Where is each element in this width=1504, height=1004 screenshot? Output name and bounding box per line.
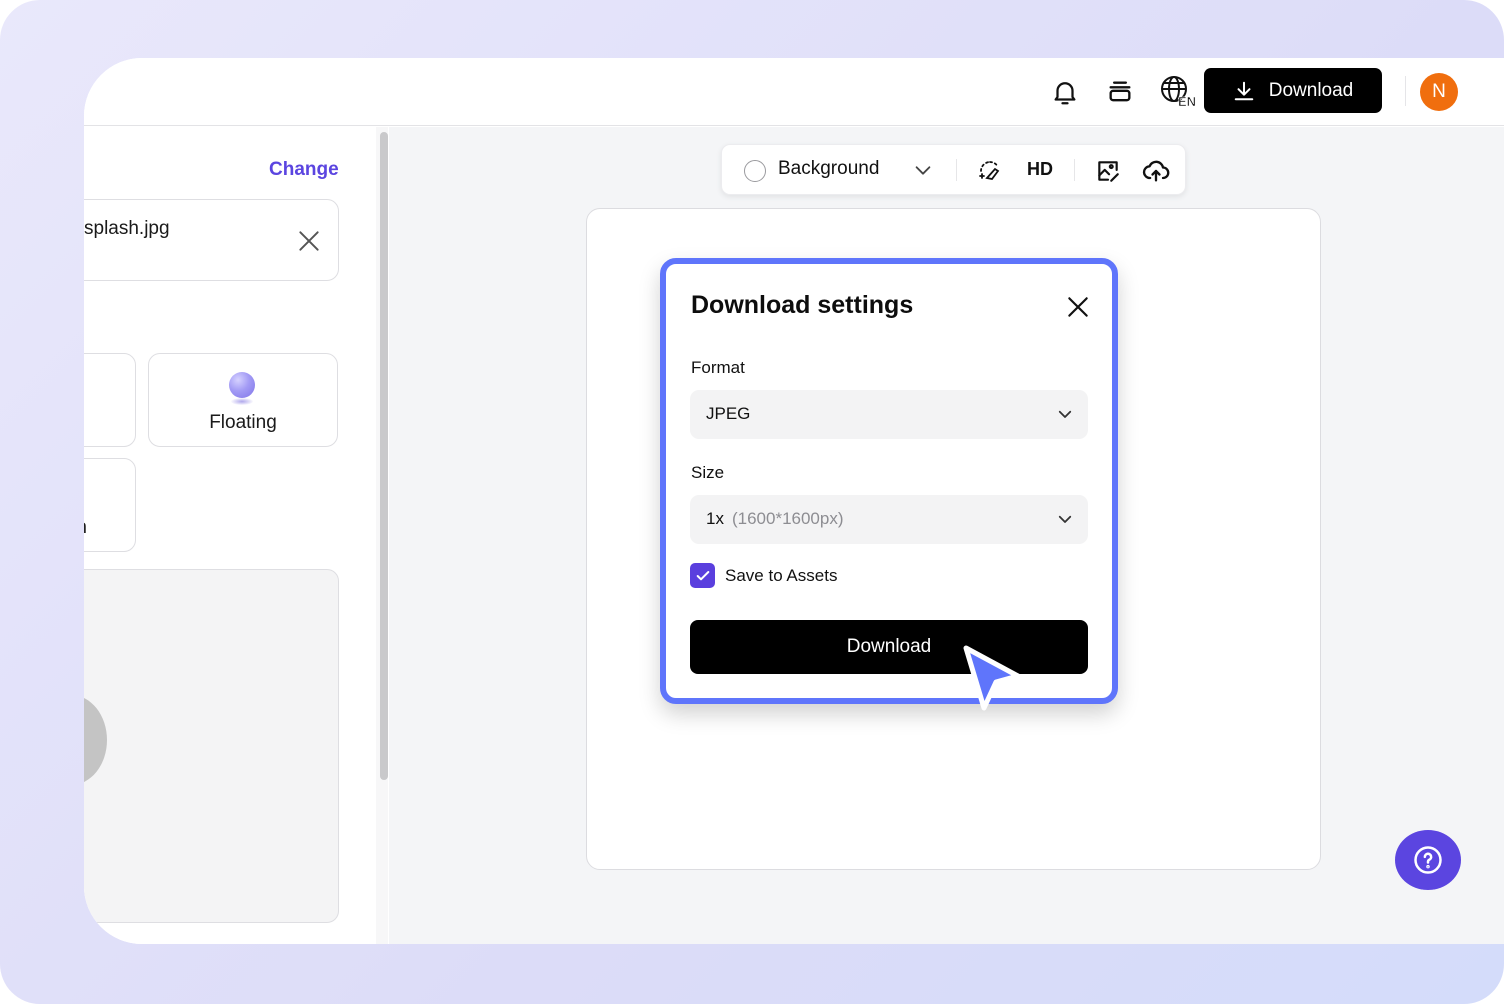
effect-card-floating[interactable]: Floating [148, 353, 338, 447]
size-select[interactable]: 1x (1600*1600px) [690, 495, 1088, 544]
left-panel: Change splash.jpg Floating n [84, 127, 388, 944]
effect-card[interactable] [84, 353, 136, 447]
chevron-down-icon[interactable] [912, 159, 934, 181]
size-value: 1x [706, 509, 724, 528]
file-field: splash.jpg [84, 199, 339, 281]
download-icon [1234, 81, 1254, 100]
close-icon[interactable] [1065, 294, 1091, 320]
close-icon[interactable] [296, 228, 322, 254]
file-name: splash.jpg [84, 218, 170, 239]
edit-image-button[interactable] [1094, 157, 1122, 185]
save-to-assets-label[interactable]: Save to Assets [725, 566, 837, 586]
preview-shape [84, 695, 107, 785]
save-to-assets-checkbox[interactable] [690, 563, 715, 588]
modal-download-button[interactable]: Download [690, 620, 1088, 674]
language-button[interactable]: EN [1158, 74, 1202, 110]
topbar-divider [1405, 76, 1406, 106]
bell-icon [1054, 82, 1076, 105]
cloud-upload-icon [1142, 160, 1170, 182]
help-icon [1414, 846, 1442, 874]
app-window: EN Download N Change splash.jpg Floating [84, 58, 1504, 944]
top-bar: EN Download N [84, 58, 1504, 126]
preview-area [84, 569, 339, 923]
download-settings-modal: Download settings Format JPEG Size 1x (16… [660, 258, 1118, 704]
magic-brush-button[interactable] [976, 157, 1004, 185]
toolbar-divider [956, 159, 957, 181]
mouse-cursor-icon [963, 645, 1021, 711]
format-select[interactable]: JPEG [690, 390, 1088, 439]
scrollbar-thumb[interactable] [380, 132, 388, 780]
layers-icon [1109, 81, 1131, 102]
image-edit-icon [1098, 161, 1119, 182]
magic-brush-icon [979, 161, 1000, 180]
size-hint: (1600*1600px) [731, 509, 844, 528]
size-value-wrap: 1x (1600*1600px) [706, 509, 844, 529]
effect-card[interactable]: n [84, 458, 136, 552]
help-button[interactable] [1395, 830, 1461, 890]
checkmark-icon [696, 570, 709, 580]
change-link[interactable]: Change [269, 159, 339, 181]
floating-ball-shadow [231, 398, 253, 405]
upload-cloud-button[interactable] [1142, 157, 1170, 185]
notifications-button[interactable] [1047, 74, 1083, 110]
floating-ball-icon [229, 372, 255, 398]
size-label: Size [691, 463, 725, 482]
svg-text:EN: EN [1178, 94, 1196, 109]
effect-label: Floating [209, 412, 277, 433]
chevron-down-icon [1058, 515, 1072, 523]
top-download-label: Download [1268, 79, 1354, 101]
modal-title: Download settings [691, 291, 914, 319]
language-icon: EN [1161, 76, 1196, 109]
format-label: Format [691, 358, 745, 377]
background-color-swatch[interactable] [744, 160, 766, 182]
layers-button[interactable] [1102, 74, 1138, 110]
background-label[interactable]: Background [778, 158, 879, 180]
hd-button[interactable]: HD [1027, 159, 1053, 180]
avatar[interactable]: N [1420, 73, 1458, 111]
top-download-button[interactable]: Download [1204, 68, 1382, 113]
effect-label: n [84, 517, 137, 539]
chevron-down-icon [1058, 410, 1072, 418]
toolbar-divider [1074, 159, 1075, 181]
canvas-toolbar: Background HD [721, 144, 1186, 195]
format-value: JPEG [706, 404, 751, 423]
